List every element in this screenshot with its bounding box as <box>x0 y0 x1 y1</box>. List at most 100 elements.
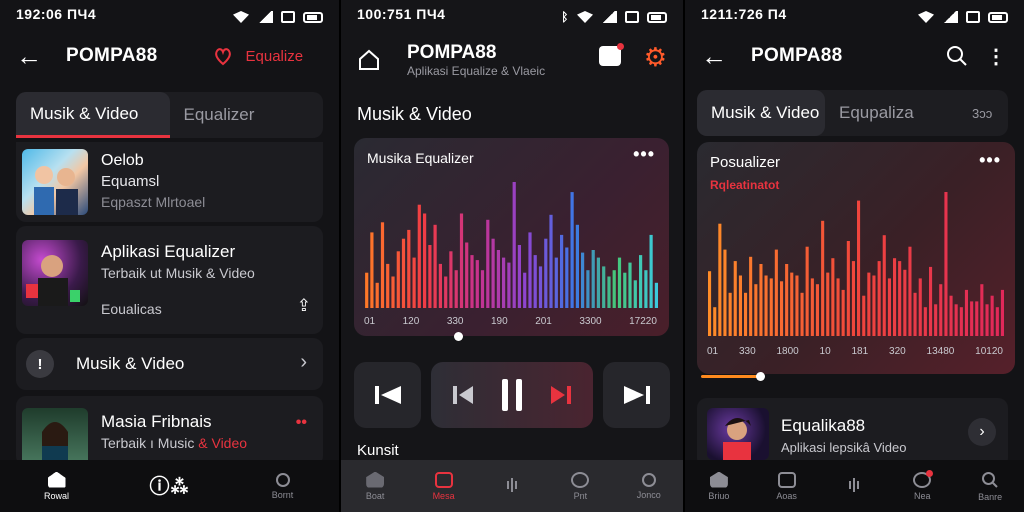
equalizer-bar <box>544 238 548 308</box>
nav-favorite[interactable]: Pnt <box>552 471 608 501</box>
volume-slider[interactable] <box>701 372 1011 381</box>
nav-home[interactable]: Briuo <box>691 471 747 501</box>
profile-icon <box>275 472 290 487</box>
item-subtitle: Terbaik ut Musik & Video <box>101 265 255 281</box>
equalizer-bar <box>995 307 999 336</box>
equalizer-bar <box>795 275 799 336</box>
equalizer-bar <box>1000 289 1004 336</box>
thumbnail <box>22 408 88 466</box>
next-track-button[interactable] <box>603 362 670 428</box>
nav-wave[interactable] <box>826 477 882 496</box>
equalizer-bar <box>882 235 886 336</box>
nav-favorite[interactable]: Nea <box>894 469 950 501</box>
nav-label: Banre <box>978 491 1003 502</box>
equalize-link[interactable]: Equalize <box>246 48 304 65</box>
status-bar: 192:06 ПЧ4 <box>0 0 339 28</box>
equalizer-bar <box>538 266 543 308</box>
more-vertical-icon[interactable]: ⋮ <box>986 44 1006 69</box>
equalizer-bar <box>380 222 385 308</box>
screen-posualizer: 1211:726 П4 ← POMPA88 ⋮ Musik & Video Eq… <box>685 0 1024 512</box>
x-axis: 01 120 330 190 201 3300 17220 <box>364 316 657 327</box>
nav-label: Nea <box>914 490 931 501</box>
equalizer-bar <box>831 258 835 336</box>
equalizer-bar <box>517 245 521 308</box>
x-tick: 17220 <box>629 316 657 327</box>
prev-icon[interactable] <box>451 384 475 406</box>
equalizer-bar <box>754 284 758 336</box>
wifi-icon <box>233 11 249 23</box>
equalizer-title: Musika Equalizer <box>367 150 474 166</box>
equalizer-bar <box>523 272 527 308</box>
previous-track-button[interactable] <box>354 362 421 428</box>
next-icon[interactable] <box>549 384 573 406</box>
search-icon <box>982 471 998 488</box>
nav-equalizer[interactable]: ⓘ⁂ <box>142 470 198 502</box>
status-time: 1211:726 П4 <box>701 6 787 22</box>
nav-media[interactable]: Aoas <box>759 471 815 501</box>
chevron-right-icon[interactable]: › <box>968 418 996 446</box>
more-icon[interactable]: ••• <box>979 150 1001 171</box>
heart-icon <box>913 469 934 488</box>
more-icon[interactable]: •• <box>296 414 307 432</box>
nav-wave[interactable] <box>484 477 540 496</box>
equalizer-bar <box>923 307 927 336</box>
equalizer-bar <box>959 307 963 336</box>
track-title: Equalika88 <box>781 416 866 435</box>
position-knob[interactable] <box>453 332 463 341</box>
back-arrow-icon[interactable]: ← <box>701 43 727 69</box>
bluetooth-icon: ᛒ <box>561 10 569 24</box>
info-icon: ! <box>26 350 54 378</box>
equalizer-bar <box>565 247 569 308</box>
bottom-nav: Briuo Aoas Nea Banre <box>685 460 1024 512</box>
equalizer-bar <box>444 276 448 308</box>
tab-more[interactable]: 3ᴐᴐ <box>958 90 1008 136</box>
thumbnail <box>22 240 88 306</box>
nav-home[interactable]: Boat <box>347 471 403 501</box>
share-icon[interactable]: ⇪ <box>297 296 311 316</box>
nav-profile[interactable]: Jonco <box>621 472 677 500</box>
tab-equalizer[interactable]: Equpaliza <box>825 90 958 136</box>
equalizer-bar <box>733 261 737 336</box>
tab-musik-video[interactable]: Musik & Video <box>697 90 825 136</box>
notification-icon[interactable] <box>599 43 624 66</box>
equalizer-bar <box>774 249 778 336</box>
item-meta: Eqpaszt Mlrtoael <box>101 194 206 210</box>
nav-search[interactable]: Banre <box>962 471 1018 502</box>
equalizer-card: Musika Equalizer ••• 01 120 330 190 201 … <box>354 138 669 336</box>
more-icon[interactable]: ••• <box>633 144 655 165</box>
heart-icon <box>571 471 590 488</box>
gear-icon[interactable]: ⚙ <box>644 42 667 73</box>
nav-media[interactable]: Mesa <box>416 471 472 501</box>
nav-label: Boat <box>365 490 385 501</box>
equalizer-bar <box>370 232 374 308</box>
slider-knob[interactable] <box>755 372 765 381</box>
app-bar: POMPA88 Aplikasi Equalize & Vlaeic ⚙ <box>341 34 683 86</box>
home-outline-icon[interactable] <box>357 48 381 72</box>
list-item[interactable]: Oelob Equamsl Eqpaszt Mlrtoael <box>16 142 323 222</box>
tab-musik-video[interactable]: Musik & Video <box>16 92 170 138</box>
status-time: 100:751 ПЧ4 <box>357 6 446 22</box>
wave-icon <box>845 477 863 493</box>
nav-profile[interactable]: Bornt <box>255 472 311 500</box>
search-icon[interactable] <box>946 45 968 67</box>
wifi-icon <box>918 11 934 23</box>
back-arrow-icon[interactable]: ← <box>16 43 42 69</box>
equalizer-bar <box>449 251 453 308</box>
heart-outline-icon[interactable] <box>214 46 232 66</box>
item-meta: Eoualicas <box>101 301 162 317</box>
x-tick: 10120 <box>975 346 1003 357</box>
signal-icon <box>257 11 273 23</box>
list-item[interactable]: Aplikasi Equalizer Terbaik ut Musik & Vi… <box>16 226 323 334</box>
slider-fill <box>701 375 760 378</box>
x-tick: 10 <box>819 346 831 357</box>
tab-equalizer[interactable]: Equalizer <box>170 92 324 138</box>
nav-home[interactable]: Rowal <box>29 471 85 501</box>
equalizer-bar <box>821 220 825 336</box>
equalizer-bar <box>617 257 622 308</box>
equalizer-bar <box>954 304 958 336</box>
list-item[interactable]: ! Musik & Video › <box>16 338 323 390</box>
pause-icon[interactable] <box>500 377 524 413</box>
equalizer-bar <box>970 301 974 336</box>
now-playing-card[interactable]: Equalika88 Aplikasi lepsikâ Video › <box>697 398 1008 468</box>
list-item[interactable]: Masia Fribnais Terbaik ı Music & Video •… <box>16 396 323 466</box>
